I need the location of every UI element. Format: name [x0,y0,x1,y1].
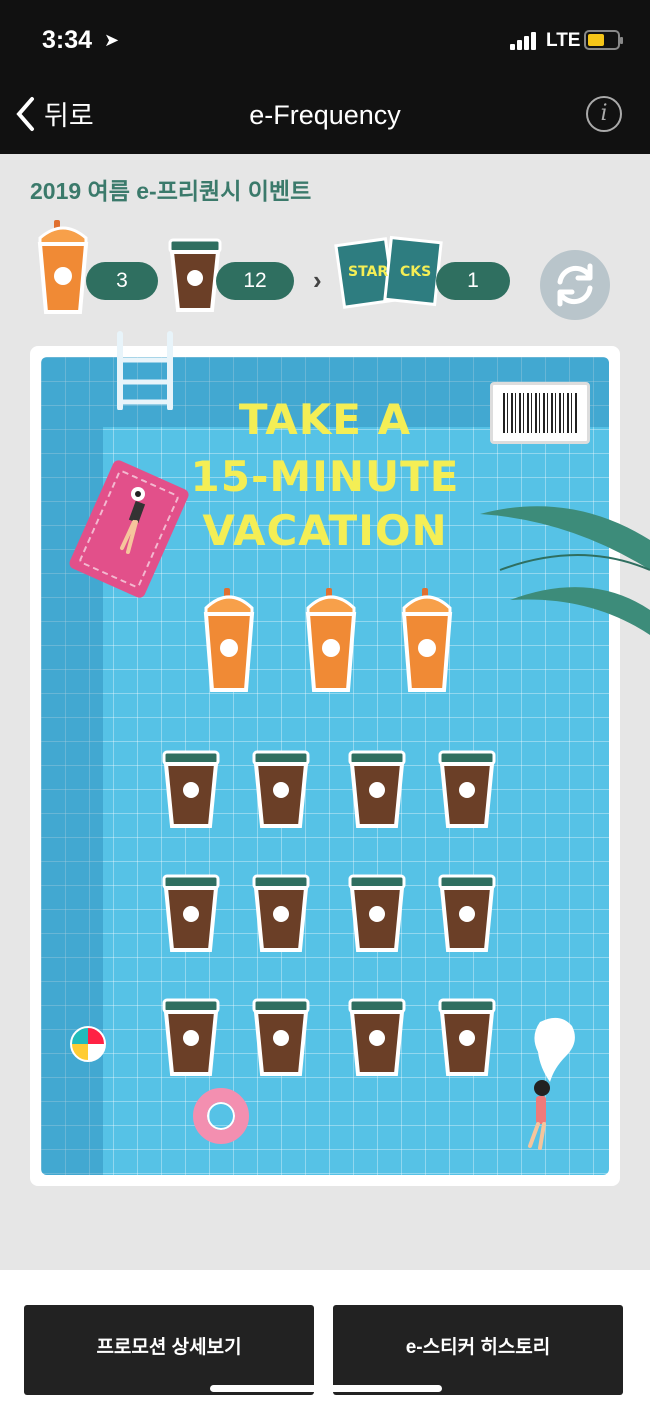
refresh-icon [557,263,593,307]
regular-sticker-slot[interactable] [250,874,310,954]
swim-ring-image [193,1088,249,1144]
barcode-button[interactable] [490,382,590,444]
home-indicator [210,1385,442,1392]
sticker-history-button[interactable]: e-스티커 히스토리 [333,1305,623,1395]
regular-count: 12 [216,262,294,300]
regular-sticker-slot[interactable] [160,750,220,830]
frappuccino-sticker-slot[interactable] [300,586,362,694]
regular-sticker-slot[interactable] [436,874,496,954]
chevron-right-icon: › [313,265,322,295]
regular-counter-icon [168,238,222,312]
promotion-details-button[interactable]: 프로모션 상세보기 [24,1305,314,1395]
barcode-icon [503,393,577,433]
frappuccino-sticker-slot[interactable] [198,586,260,694]
palm-leaf-image [480,506,650,635]
status-bar: 3:34 ➤ LTE [0,0,650,78]
regular-sticker-slot[interactable] [160,998,220,1078]
regular-sticker-slot[interactable] [346,998,406,1078]
navigation-bar: 뒤로 e-Frequency i [0,78,650,154]
signal-icon [510,32,540,50]
network-label: LTE [546,30,581,51]
status-time: 3:34 [42,26,93,54]
battery-icon [584,30,623,50]
refresh-button[interactable] [540,250,610,320]
sticker-text-left: STAR [348,264,388,280]
info-icon[interactable]: i [586,96,622,132]
beach-ball-image [70,1026,106,1062]
sticker-text-right: CKS [400,264,431,280]
page-title: e-Frequency [249,100,401,130]
pool-ladder-image [117,331,173,410]
regular-sticker-slot[interactable] [346,750,406,830]
location-arrow-icon: ➤ [104,30,120,50]
regular-sticker-slot[interactable] [346,874,406,954]
event-title: 2019 여름 e-프리퀀시 이벤트 [30,178,312,204]
regular-sticker-slot[interactable] [160,874,220,954]
regular-sticker-slot[interactable] [250,750,310,830]
regular-sticker-slot[interactable] [250,998,310,1078]
regular-sticker-slot[interactable] [436,998,496,1078]
regular-sticker-slot[interactable] [436,750,496,830]
frappuccino-sticker-slot[interactable] [396,586,458,694]
sticker-count: 1 [436,262,510,300]
headline-line-2: 15-MINUTE [190,452,460,501]
frappuccino-counter-icon [37,220,89,314]
frappuccino-count: 3 [86,262,158,300]
sunbather-image [120,487,146,554]
headline-line-1: TAKE A [238,395,412,444]
swimmer-image [528,1017,575,1150]
starbucks-sticker-icon: STAR CKS [334,235,443,309]
headline-line-3: VACATION [202,506,448,555]
